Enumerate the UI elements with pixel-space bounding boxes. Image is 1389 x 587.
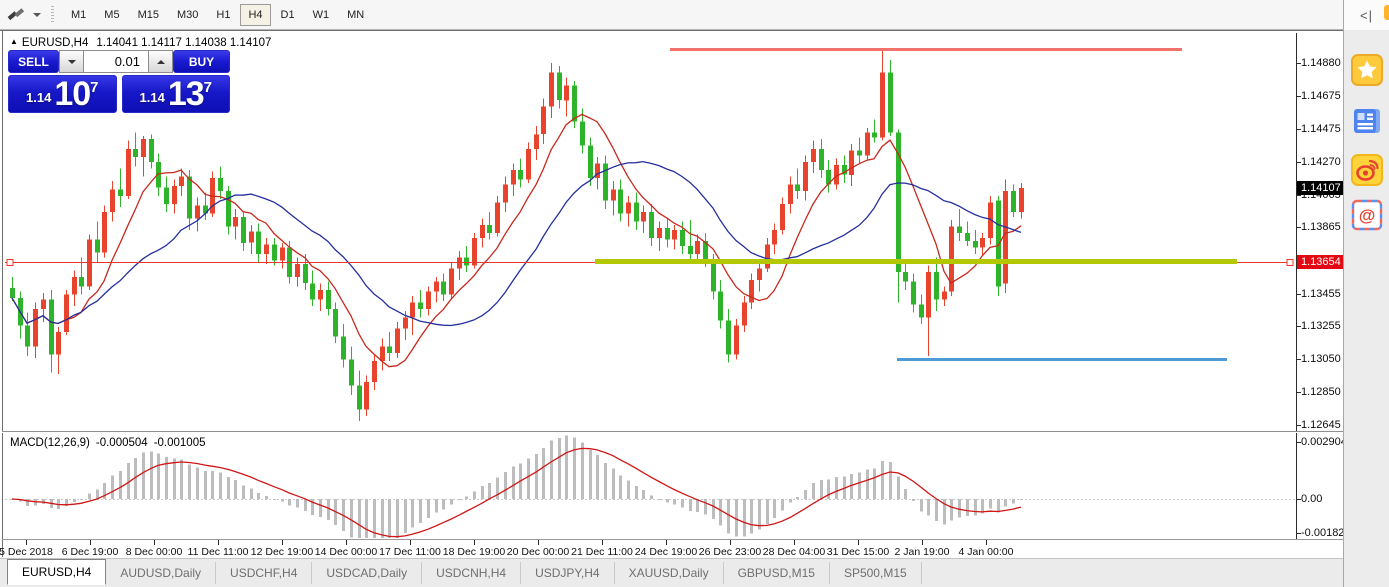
- timeframe-button-M1[interactable]: M1: [63, 4, 94, 26]
- volume-input[interactable]: [84, 50, 148, 73]
- favorites-star-icon[interactable]: [1351, 54, 1383, 86]
- right-sidebar: <| @: [1343, 0, 1389, 587]
- hidden-icon-sliver[interactable]: [1384, 5, 1389, 20]
- collapse-chevron-icon: <|: [1360, 8, 1373, 23]
- macd-name: MACD(12,26,9): [10, 437, 90, 449]
- volume-decrease-button[interactable]: [59, 50, 84, 73]
- current-price-badge: 1.14107: [1297, 181, 1344, 195]
- time-axis-label: 17 Dec 11:00: [379, 546, 441, 558]
- price-axis-label: 1.14270: [1301, 156, 1345, 168]
- macd-axis-label: -0.001824: [1301, 527, 1345, 539]
- macd-signal-value: -0.001005: [154, 437, 206, 449]
- price-axis-label: 1.13050: [1301, 353, 1345, 365]
- symbol-label: EURUSD,H4: [22, 37, 88, 49]
- svg-text:@: @: [1358, 206, 1375, 225]
- sell-price-prefix: 1.14: [26, 90, 51, 105]
- price-axis-label: 1.12850: [1301, 386, 1345, 398]
- axis-ticks: [27, 64, 1302, 546]
- timeframe-buttons: M1M5M15M30H1H4D1W1MN: [62, 4, 373, 26]
- time-axis-label: 28 Dec 04:00: [763, 546, 825, 558]
- timeframe-button-W1[interactable]: W1: [305, 4, 338, 26]
- sidebar-collapse-button[interactable]: <|: [1344, 0, 1389, 30]
- line-price-badge: 1.13654: [1297, 255, 1344, 269]
- buy-price-button[interactable]: 1.14 13 7: [122, 75, 231, 113]
- timeframe-button-H4[interactable]: H4: [240, 4, 270, 26]
- macd-signal-line: [12, 448, 1021, 536]
- price-axis-label: 1.13255: [1301, 320, 1345, 332]
- trade-arrows-icon: [5, 6, 29, 24]
- time-axis-label: 14 Dec 00:00: [315, 546, 377, 558]
- volume-increase-button[interactable]: [148, 50, 173, 73]
- chevron-down-icon[interactable]: [33, 13, 41, 17]
- timeframe-button-M15[interactable]: M15: [130, 4, 167, 26]
- sell-price-big: 10: [54, 77, 90, 111]
- price-axis-label: 1.12645: [1301, 419, 1345, 431]
- buy-price-big: 13: [168, 77, 204, 111]
- buy-button[interactable]: BUY: [173, 50, 230, 73]
- chart-tab-bar: EURUSD,H4AUDUSD,DailyUSDCHF,H4USDCAD,Dai…: [0, 558, 1344, 587]
- price-axis-label: 1.14675: [1301, 90, 1345, 102]
- price-axis-label: 1.13865: [1301, 221, 1345, 233]
- price-axis-label: 1.13455: [1301, 288, 1345, 300]
- price-axis-label: 1.14475: [1301, 123, 1345, 135]
- horizontal-line-1.13654-handle[interactable]: [1287, 260, 1293, 266]
- price-axis-label: 1.14880: [1301, 57, 1345, 69]
- caret-up-icon: [157, 60, 165, 64]
- timeframe-toolbar: M1M5M15M30H1H4D1W1MN: [0, 0, 1344, 30]
- buy-price-prefix: 1.14: [140, 90, 165, 105]
- chart-tab-AUDUSD,Daily[interactable]: AUDUSD,Daily: [106, 562, 216, 584]
- time-axis-label: 18 Dec 19:00: [443, 546, 505, 558]
- time-axis-label: 11 Dec 11:00: [188, 546, 249, 558]
- new-order-button[interactable]: [5, 6, 41, 24]
- time-axis-label: 4 Jan 00:00: [959, 546, 1014, 558]
- time-axis-label: 26 Dec 23:00: [699, 546, 761, 558]
- toolbar-grip: [51, 6, 54, 24]
- chart-tab-GBPUSD,M15[interactable]: GBPUSD,M15: [724, 562, 830, 584]
- chart-tab-USDJPY,H4[interactable]: USDJPY,H4: [521, 562, 614, 584]
- chart-tab-EURUSD,H4[interactable]: EURUSD,H4: [7, 559, 106, 585]
- horizontal-line-1.13654-handle[interactable]: [7, 260, 13, 266]
- time-axis-label: 5 Dec 2018: [0, 546, 53, 558]
- chart-tab-USDCHF,H4[interactable]: USDCHF,H4: [216, 562, 312, 584]
- chart-tab-USDCAD,Daily[interactable]: USDCAD,Daily: [312, 562, 422, 584]
- ohlc-values: 1.14041 1.14117 1.14038 1.14107: [96, 37, 271, 49]
- one-click-trade-panel: SELL BUY 1.14 10 7 1.14 13 7: [8, 50, 230, 113]
- time-axis-label: 31 Dec 15:00: [827, 546, 889, 558]
- macd-indicator-label: MACD(12,26,9) -0.000504 -0.001005: [10, 437, 211, 449]
- timeframe-button-M30[interactable]: M30: [169, 4, 206, 26]
- news-feed-icon[interactable]: [1351, 104, 1383, 136]
- time-axis-label: 24 Dec 19:00: [635, 546, 697, 558]
- timeframe-button-H1[interactable]: H1: [208, 4, 238, 26]
- caret-down-icon: [68, 60, 76, 64]
- sell-price-sup: 7: [90, 79, 98, 96]
- time-axis-label: 8 Dec 00:00: [126, 546, 183, 558]
- timeframe-button-M5[interactable]: M5: [96, 4, 127, 26]
- weibo-icon[interactable]: [1351, 154, 1383, 186]
- macd-axis-label: 0.00: [1301, 493, 1345, 505]
- buy-price-sup: 7: [204, 79, 212, 96]
- mail-at-icon[interactable]: @: [1351, 199, 1383, 231]
- time-axis-label: 20 Dec 00:00: [507, 546, 569, 558]
- macd-histogram: [11, 436, 1023, 538]
- chart-tab-XAUUSD,Daily[interactable]: XAUUSD,Daily: [615, 562, 724, 584]
- time-axis-label: 2 Jan 19:00: [895, 546, 950, 558]
- sell-button[interactable]: SELL: [8, 50, 59, 73]
- timeframe-button-MN[interactable]: MN: [339, 4, 372, 26]
- time-axis-label: 12 Dec 19:00: [251, 546, 313, 558]
- mt4-terminal: M1M5M15M30H1H4D1W1MN ▲ EURUSD,H4 1.14041 1…: [0, 0, 1389, 587]
- ma-slow-line[interactable]: [12, 162, 1021, 326]
- chart-tab-USDCNH,H4[interactable]: USDCNH,H4: [422, 562, 521, 584]
- chart-title: ▲ EURUSD,H4 1.14041 1.14117 1.14038 1.1410…: [10, 37, 271, 49]
- sell-price-button[interactable]: 1.14 10 7: [8, 75, 117, 113]
- time-axis-label: 6 Dec 19:00: [62, 546, 119, 558]
- chart-tab-SP500,M15[interactable]: SP500,M15: [830, 562, 922, 584]
- time-axis-label: 21 Dec 11:00: [571, 546, 633, 558]
- macd-main-value: -0.000504: [96, 437, 148, 449]
- collapse-triangle-icon[interactable]: ▲: [10, 37, 18, 46]
- timeframe-button-D1[interactable]: D1: [273, 4, 303, 26]
- macd-axis-label: 0.002904: [1301, 436, 1345, 448]
